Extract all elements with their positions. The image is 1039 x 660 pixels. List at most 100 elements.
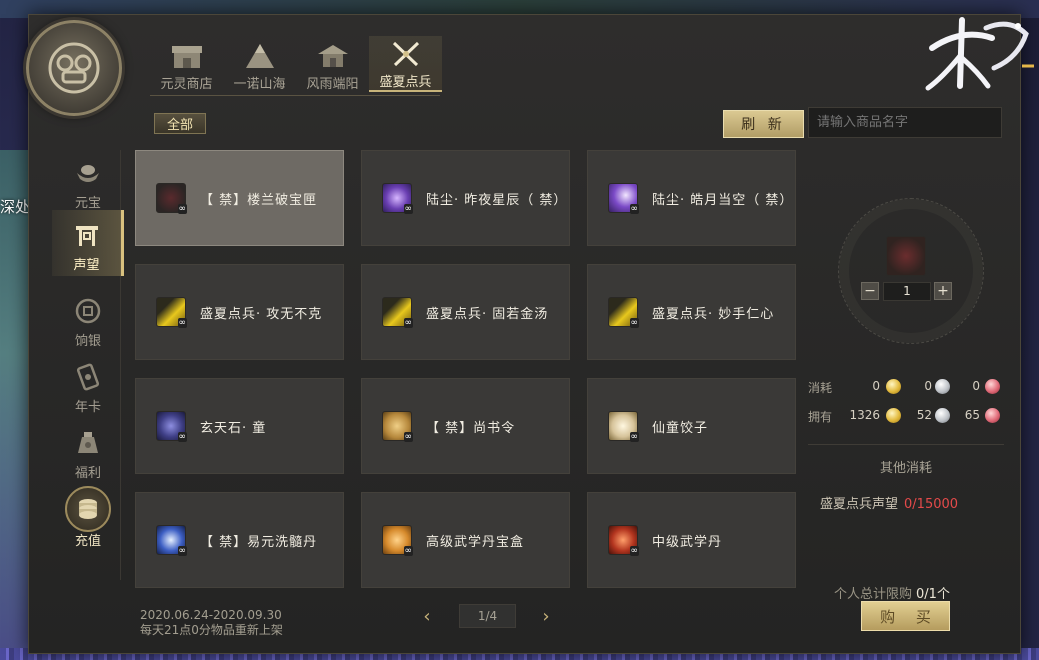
item-card[interactable]: ∞ 【 禁】易元洗髓丹 [135, 492, 344, 588]
sidebar-item-nianka[interactable]: 年卡 [52, 352, 124, 418]
crossed-swords-icon [392, 41, 419, 67]
quantity-increase-button[interactable]: + [934, 282, 952, 300]
tab-yuanling-shop[interactable]: 元灵商店 [150, 36, 223, 92]
sidebar-label: 年卡 [74, 399, 101, 415]
sidebar-item-xiangyin[interactable]: 饷银 [52, 286, 124, 352]
cost-red-value: 0 [972, 379, 980, 393]
dumpling-icon: ∞ [608, 411, 639, 442]
quantity-input[interactable]: 1 [883, 282, 931, 301]
sidebar-item-shengwang[interactable]: 声望 [52, 210, 124, 276]
coin-stack-icon [65, 485, 111, 532]
cost-label: 消耗 [808, 381, 833, 395]
item-name: 玄天石· 童 [200, 420, 267, 436]
detail-divider [808, 444, 1004, 445]
shop-tabs: 元灵商店 一诺山海 风雨端阳 盛夏点兵 [150, 36, 442, 96]
tab-label: 盛夏点兵 [379, 75, 432, 90]
reputation-label: 盛夏点兵声望 [820, 497, 899, 512]
item-card[interactable]: ∞ 盛夏点兵· 妙手仁心 [587, 264, 796, 360]
refresh-button[interactable]: 刷 新 [723, 110, 804, 138]
other-cost-title: 其他消耗 [879, 461, 932, 476]
item-card[interactable]: ∞ 陆尘· 皓月当空（ 禁） [587, 150, 796, 246]
item-card[interactable]: ∞ 【 禁】楼兰破宝匣 [135, 150, 344, 246]
item-card[interactable]: ∞ 【 禁】尚书令 [361, 378, 570, 474]
page-indicator: 1/4 [459, 604, 516, 628]
filter-all-button[interactable]: 全部 [154, 113, 206, 134]
gold-shard-icon: ∞ [382, 297, 413, 328]
cost-gold-value: 0 [872, 379, 880, 393]
own-silver-value: 52 [916, 408, 932, 422]
sidebar-item-yuanbao[interactable]: 元宝 [52, 148, 124, 214]
sidebar-label: 元宝 [74, 195, 101, 211]
item-name: 盛夏点兵· 妙手仁心 [652, 306, 775, 322]
date-range: 2020.06.24-2020.09.30 [140, 608, 282, 622]
quantity-decrease-button[interactable]: − [861, 282, 879, 300]
purple-moon-icon: ∞ [608, 183, 639, 214]
item-card[interactable]: ∞ 中级武学丹 [587, 492, 796, 588]
scroll-bag-icon: ∞ [382, 411, 413, 442]
armor-icon: ∞ [156, 183, 187, 214]
sidebar-label: 福利 [74, 465, 101, 481]
tabs-divider [150, 95, 440, 96]
limit-label: 个人总计限购 [834, 587, 913, 602]
item-grid: ∞ 【 禁】楼兰破宝匣 ∞ 陆尘· 昨夜星辰（ 禁） ∞ 陆尘· 皓月当空（ 禁… [135, 150, 797, 588]
item-card[interactable]: ∞ 陆尘· 昨夜星辰（ 禁） [361, 150, 570, 246]
reputation-value: 0/15000 [904, 497, 959, 512]
coin-icon [67, 290, 109, 332]
item-card[interactable]: ∞ 玄天石· 童 [135, 378, 344, 474]
item-name: 陆尘· 皓月当空（ 禁） [652, 192, 794, 208]
page-prev-button[interactable]: ‹ [418, 605, 436, 627]
restock-note: 每天21点0分物品重新上架 [140, 623, 283, 637]
red-pill-icon: ∞ [608, 525, 639, 556]
tab-label: 元灵商店 [160, 77, 213, 92]
own-gold-value: 1326 [849, 408, 880, 422]
gold-shard-icon: ∞ [608, 297, 639, 328]
red-coin-icon [985, 408, 1000, 423]
buy-button[interactable]: 购 买 [861, 601, 950, 631]
game-logo [925, 17, 1034, 91]
pavilion-icon [317, 45, 348, 67]
gift-bag-icon [67, 422, 109, 464]
reputation-requirement: 盛夏点兵声望 0/15000 [820, 493, 958, 512]
item-name: 盛夏点兵· 固若金汤 [426, 306, 549, 322]
coin-emblem-icon [48, 42, 100, 94]
own-label: 拥有 [808, 410, 833, 424]
item-card[interactable]: ∞ 高级武学丹宝盒 [361, 492, 570, 588]
cost-row: 消耗 0 0 0 [808, 376, 1004, 398]
gold-shard-icon: ∞ [156, 297, 187, 328]
tab-fengyu-duanyang[interactable]: 风雨端阳 [296, 36, 369, 92]
item-detail-pane: − 1 + 消耗 0 0 0 拥有 1326 52 65 其他消耗 盛夏点兵声望… [808, 150, 1004, 588]
item-card[interactable]: ∞ 仙童饺子 [587, 378, 796, 474]
item-name: 【 禁】易元洗髓丹 [200, 534, 318, 550]
blue-pill-icon: ∞ [156, 525, 187, 556]
red-coin-icon [985, 379, 1000, 394]
item-card[interactable]: ∞ 盛夏点兵· 攻无不克 [135, 264, 344, 360]
sidebar-label: 充值 [74, 533, 101, 549]
shop-emblem [26, 20, 122, 116]
dark-stone-icon: ∞ [156, 411, 187, 442]
limit-value: 0/1个 [916, 587, 950, 602]
orange-pill-box-icon: ∞ [382, 525, 413, 556]
item-name: 盛夏点兵· 攻无不克 [200, 306, 323, 322]
page-next-button[interactable]: › [537, 605, 555, 627]
tab-label: 一诺山海 [233, 77, 286, 92]
own-row: 拥有 1326 52 65 [808, 405, 1004, 427]
cost-silver-value: 0 [924, 379, 932, 393]
tab-shengxia-dianbing[interactable]: 盛夏点兵 [369, 36, 442, 92]
purchase-limit: 个人总计限购 0/1个 [834, 583, 950, 602]
armor-icon [886, 236, 926, 276]
item-name: 陆尘· 昨夜星辰（ 禁） [426, 192, 568, 208]
tab-yinuo-shanhai[interactable]: 一诺山海 [223, 36, 296, 92]
item-name: 中级武学丹 [652, 534, 723, 550]
tab-label: 风雨端阳 [306, 77, 359, 92]
mountain-icon [245, 44, 274, 68]
item-name: 【 禁】楼兰破宝匣 [200, 192, 318, 208]
item-name: 仙童饺子 [652, 420, 709, 436]
item-name: 【 禁】尚书令 [426, 420, 516, 436]
sidebar-item-chongzhi[interactable]: 充值 [52, 484, 124, 550]
search-input[interactable] [808, 107, 1002, 138]
purple-fx-icon: ∞ [382, 183, 413, 214]
sidebar-item-fuli[interactable]: 福利 [52, 418, 124, 484]
shop-icon [171, 46, 202, 68]
item-card[interactable]: ∞ 盛夏点兵· 固若金汤 [361, 264, 570, 360]
gate-icon [66, 214, 108, 256]
